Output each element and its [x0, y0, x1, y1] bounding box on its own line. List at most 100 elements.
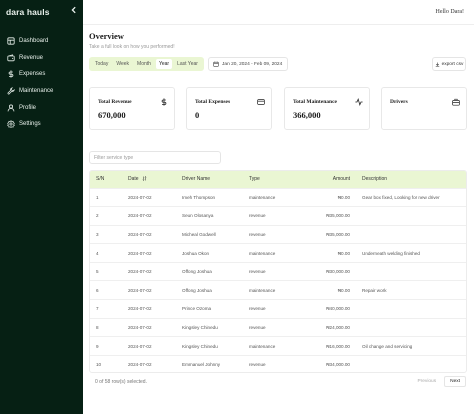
cell-amount: ₦16,000.00	[326, 343, 350, 349]
cell-driver-name: Joshua Okon	[182, 250, 210, 256]
selection-status: 0 of 58 row(s) selected.	[95, 379, 147, 385]
sidebar-item-maintenance[interactable]: Maintenance	[7, 83, 81, 100]
download-icon	[435, 62, 439, 67]
cell-type: revenue	[249, 324, 266, 330]
cell-driver-name: Offong Joshua	[182, 287, 212, 293]
tab-week[interactable]: Week	[113, 59, 132, 69]
sidebar-item-profile[interactable]: Profile	[7, 99, 81, 116]
table-row[interactable]: 5 2024-07-02 Offong Joshua revenue ₦30,000.0…	[90, 262, 466, 281]
cell-description	[356, 300, 466, 319]
previous-page-button[interactable]: Previous	[412, 376, 441, 387]
table-row[interactable]: 9 2024-07-02 Kingsley Chinedu maintenance ₦1…	[90, 336, 466, 356]
credit-card-icon	[257, 99, 265, 105]
user-icon	[7, 104, 15, 112]
cell-driver-name: Prince Ozoma	[182, 306, 212, 312]
cell-amount: ₦35,000.00	[326, 231, 350, 237]
card-value: 366,000	[293, 110, 321, 120]
tab-today[interactable]: Today	[92, 59, 111, 69]
cell-driver-name: Emmanuel Johnny	[182, 362, 221, 368]
sidebar-item-label: Revenue	[19, 54, 44, 61]
export-csv-label: export csv	[441, 61, 464, 67]
period-tabs: Today Week Month Year Last Year	[89, 57, 204, 71]
cell-sn: 9	[96, 343, 99, 349]
table-row[interactable]: 3 2024-07-02 Micheal Godwell revenue ₦35,000…	[90, 225, 466, 244]
card-label: Total Revenue	[98, 99, 132, 105]
export-csv-button[interactable]: export csv	[432, 57, 466, 71]
cell-date: 2024-07-02	[128, 343, 152, 349]
card-total-revenue: Total Revenue 670,000	[89, 87, 175, 130]
sidebar-item-expenses[interactable]: Expenses	[7, 66, 81, 83]
sort-icon[interactable]	[142, 176, 147, 182]
sidebar-item-label: Profile	[19, 104, 37, 111]
table-row[interactable]: 7 2024-07-02 Prince Ozoma revenue ₦40,000.00	[90, 299, 466, 319]
cell-type: maintenance	[249, 343, 276, 349]
card-label: Drivers	[390, 99, 408, 105]
cell-date: 2024-07-02	[128, 250, 152, 256]
dollar-icon	[8, 70, 14, 79]
cell-driver-name: Seun Olosanya	[182, 213, 214, 219]
cell-description: Repair work	[362, 287, 387, 293]
card-value: 670,000	[98, 110, 126, 120]
cell-amount: ₦30,000.00	[326, 269, 350, 275]
tab-year[interactable]: Year	[155, 59, 173, 69]
cell-date: 2024-07-02	[128, 269, 152, 275]
cell-type: maintenance	[249, 287, 276, 293]
cell-type: revenue	[249, 231, 266, 237]
column-header-driver-name: Driver Name	[182, 176, 211, 183]
date-range-label: Jan 20, 2024 - Feb 09, 2024	[222, 61, 283, 67]
table-row[interactable]: 1 2024-07-02 Imeh Thompson maintenance ₦0.00…	[90, 188, 466, 207]
brand-name: dara hauls	[6, 7, 50, 17]
cell-description	[356, 225, 466, 244]
cell-sn: 2	[96, 213, 99, 219]
cell-sn: 8	[96, 324, 99, 330]
cell-sn: 4	[96, 250, 99, 256]
cell-amount: ₦34,000.00	[326, 362, 350, 368]
sidebar-nav: Dashboard Revenue Expenses Maintenance P…	[7, 33, 81, 133]
cell-sn: 5	[96, 269, 99, 275]
page-subtitle: Take a full look on how you performed!	[89, 44, 175, 50]
table-row[interactable]: 6 2024-07-02 Offong Joshua maintenance ₦0.00…	[90, 280, 466, 300]
card-value: 0	[195, 110, 200, 120]
gear-icon	[7, 120, 15, 129]
cell-date: 2024-07-02	[128, 362, 152, 368]
tab-month[interactable]: Month	[134, 59, 154, 69]
sidebar-item-label: Settings	[19, 121, 41, 128]
sidebar-item-revenue[interactable]: Revenue	[7, 50, 81, 67]
cell-date: 2024-07-02	[128, 306, 152, 312]
calendar-icon	[213, 61, 219, 67]
next-page-button[interactable]: Next	[444, 376, 466, 387]
activity-icon	[355, 98, 363, 106]
cell-sn: 1	[96, 194, 99, 200]
transactions-table: S/N Date Driver Name Type Amount Descrip…	[89, 170, 467, 373]
sidebar-item-label: Maintenance	[19, 88, 54, 95]
tab-last-year[interactable]: Last Year	[174, 59, 201, 69]
table-row[interactable]: 4 2024-07-02 Joshua Okon maintenance ₦0.00 Un…	[90, 243, 466, 263]
table-row[interactable]: 8 2024-07-02 Kingsley Chinedu revenue ₦24,00…	[90, 318, 466, 337]
summary-cards: Total Revenue 670,000 Total Expenses 0 T…	[89, 87, 467, 130]
cell-type: revenue	[249, 306, 266, 312]
cell-sn: 3	[96, 231, 99, 237]
dashboard-icon	[7, 37, 15, 45]
table-row[interactable]: 2 2024-07-02 Seun Olosanya revenue ₦35,000.0…	[90, 206, 466, 226]
wrench-icon	[7, 87, 15, 95]
main-content: Hello Dara! Overview Take a full look on…	[83, 0, 474, 414]
card-drivers: Drivers	[381, 87, 467, 130]
cell-description: Gear box fixed, Looking for new driver	[362, 194, 440, 200]
cell-driver-name: Micheal Godwell	[182, 231, 216, 237]
cell-driver-name: Kingsley Chinedu	[182, 343, 218, 349]
card-total-expenses: Total Expenses 0	[186, 87, 272, 130]
wallet-icon	[7, 54, 15, 62]
cell-sn: 7	[96, 306, 99, 312]
sidebar-item-settings[interactable]: Settings	[7, 116, 81, 133]
table-row[interactable]: 10 2024-07-02 Emmanuel Johnny revenue ₦34,00…	[90, 355, 466, 372]
filter-service-type-input[interactable]	[89, 151, 221, 164]
pagination: Previous Next	[409, 376, 466, 387]
column-header-sn: S/N	[96, 176, 105, 183]
cell-driver-name: Offong Joshua	[182, 269, 212, 275]
chevron-left-icon[interactable]	[70, 6, 78, 17]
column-header-date-label: Date	[128, 176, 139, 183]
date-range-picker[interactable]: Jan 20, 2024 - Feb 09, 2024	[208, 57, 288, 71]
column-header-date[interactable]: Date	[122, 171, 176, 188]
table-body: 1 2024-07-02 Imeh Thompson maintenance ₦0.00…	[90, 188, 466, 372]
sidebar-item-dashboard[interactable]: Dashboard	[7, 33, 81, 50]
